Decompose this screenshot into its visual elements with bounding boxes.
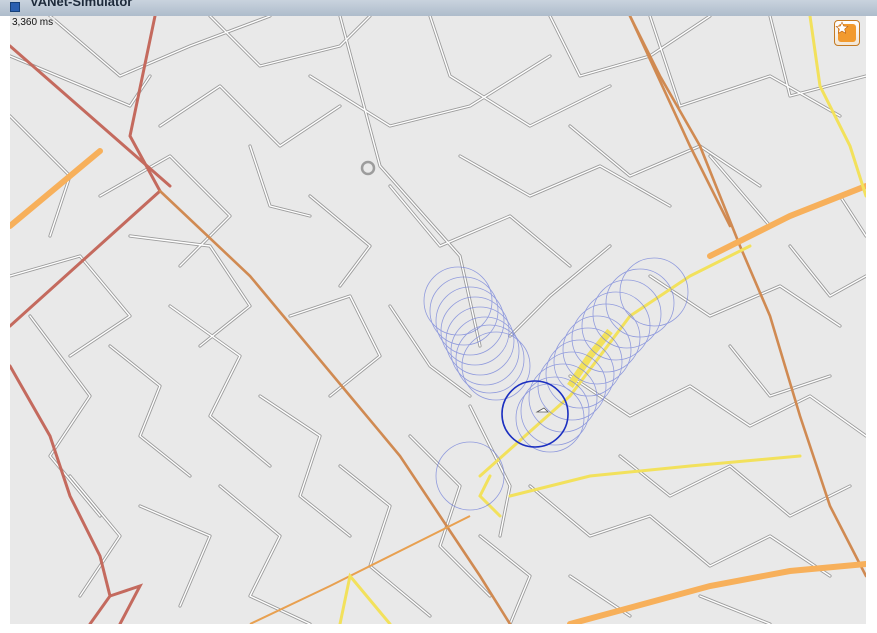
title-bar: VANet-Simulator [0, 0, 877, 16]
star-icon [835, 21, 856, 42]
simulator-window: VANet-Simulator 3,360 ms [0, 0, 877, 633]
range-circles [423, 257, 689, 511]
map-canvas[interactable]: 3,360 ms [10, 16, 866, 624]
app-icon [10, 2, 20, 12]
roundabout [360, 160, 376, 176]
active-vehicle-range[interactable] [501, 380, 569, 448]
major-roads [158, 16, 866, 624]
simulation-time-label: 3,360 ms [10, 17, 56, 28]
window-left-border [0, 16, 10, 624]
window-title: VANet-Simulator [30, 0, 133, 9]
window-right-border [866, 16, 877, 633]
star-icon-glyph [835, 21, 849, 34]
window-bottom-border [0, 624, 877, 633]
road-network [10, 16, 866, 624]
primary-roads-thin [249, 515, 471, 624]
favorite-button[interactable] [834, 20, 860, 46]
